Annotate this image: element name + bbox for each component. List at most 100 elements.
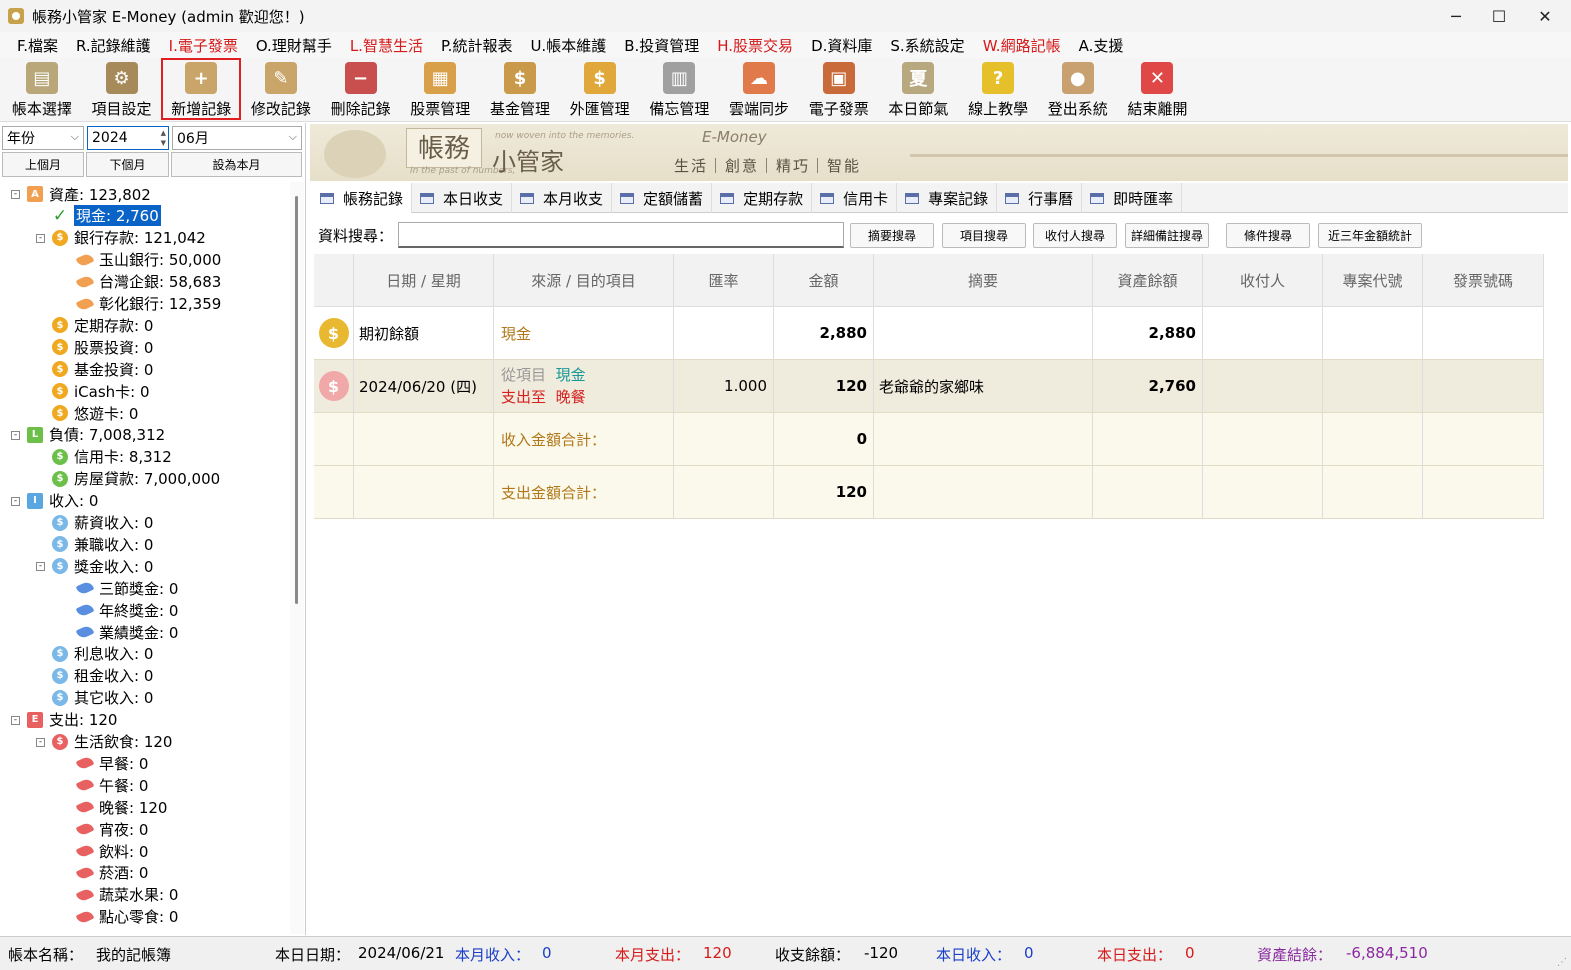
- tree-item[interactable]: 早餐: 0: [75, 752, 148, 774]
- toolbar-button[interactable]: − 刪除記錄: [321, 58, 401, 120]
- tree-item[interactable]: 點心零食: 0: [75, 906, 178, 928]
- tree-item[interactable]: $ 兼職收入: 0: [52, 533, 153, 555]
- tree-item[interactable]: 菸酒: 0: [75, 862, 148, 884]
- tree-expander-icon[interactable]: -: [11, 430, 20, 440]
- prev-month-button[interactable]: 上個月: [2, 152, 84, 177]
- tree-item[interactable]: 業績獎金: 0: [75, 621, 178, 643]
- tree-item[interactable]: $ 獎金收入: 0: [52, 555, 153, 577]
- tab-item[interactable]: 定額儲蓄: [612, 183, 713, 213]
- toolbar-button[interactable]: $ 基金管理: [480, 58, 560, 120]
- menu-item[interactable]: A.支援: [1070, 35, 1133, 56]
- tab-item[interactable]: 專案記錄: [897, 183, 998, 213]
- menu-item[interactable]: D.資料庫: [802, 35, 881, 56]
- close-button[interactable]: ✕: [1522, 0, 1568, 32]
- column-header[interactable]: 收付人: [1203, 254, 1323, 306]
- menu-item[interactable]: L.智慧生活: [341, 35, 432, 56]
- tree-expander-icon[interactable]: -: [11, 496, 20, 506]
- toolbar-button[interactable]: ▦ 股票管理: [400, 58, 480, 120]
- tab-item[interactable]: 本月收支: [512, 183, 613, 213]
- tree-expander-icon[interactable]: -: [11, 190, 20, 199]
- tab-item[interactable]: 本日收支: [412, 183, 513, 213]
- tree-scrollbar[interactable]: [290, 182, 304, 934]
- search-button[interactable]: 項目搜尋: [942, 223, 1026, 248]
- search-button[interactable]: 收付人搜尋: [1033, 223, 1117, 248]
- column-header[interactable]: 專案代號: [1323, 254, 1423, 306]
- toolbar-button[interactable]: ✎ 修改記錄: [241, 58, 321, 120]
- tree-item[interactable]: $ 定期存款: 0: [52, 314, 153, 336]
- menu-item[interactable]: W.網路記帳: [974, 35, 1070, 56]
- tree-expander-icon[interactable]: -: [36, 233, 45, 243]
- spin-arrows-icon[interactable]: ▲ ▼: [161, 128, 166, 148]
- search-input[interactable]: [398, 222, 844, 248]
- tree-item[interactable]: 年終獎金: 0: [75, 599, 178, 621]
- column-header[interactable]: 匯率: [674, 254, 774, 306]
- tree-item[interactable]: 飲料: 0: [75, 840, 148, 862]
- column-header[interactable]: 金額: [774, 254, 874, 306]
- tree-item[interactable]: $ 租金收入: 0: [52, 665, 153, 687]
- tree-item[interactable]: $ 銀行存款: 121,042: [52, 227, 206, 249]
- column-header[interactable]: 資產餘額: [1093, 254, 1203, 306]
- tree-item[interactable]: 宵夜: 0: [75, 818, 148, 840]
- tree-item[interactable]: $ 股票投資: 0: [52, 336, 153, 358]
- tree-item[interactable]: $ 房屋貸款: 7,000,000: [52, 468, 220, 490]
- tab-item[interactable]: 帳務記錄: [312, 183, 413, 213]
- toolbar-button[interactable]: ▥ 備忘管理: [640, 58, 720, 120]
- column-header[interactable]: [314, 254, 354, 306]
- toolbar-button[interactable]: ⚙ 項目設定: [82, 58, 162, 120]
- toolbar-button[interactable]: ? 線上教學: [958, 58, 1038, 120]
- search-button[interactable]: 近三年金額統計: [1318, 223, 1422, 248]
- account-tree[interactable]: - A 資產: 123,802 ✓ 現金: 2,760- $ 銀行存款: 121,042 玉山…: [0, 182, 290, 934]
- toolbar-button[interactable]: $ 外匯管理: [560, 58, 640, 120]
- resize-grip-icon[interactable]: ⋰: [1557, 957, 1567, 968]
- tree-expander-icon[interactable]: -: [11, 715, 20, 725]
- toolbar-button[interactable]: ▤ 帳本選擇: [2, 58, 82, 120]
- tree-item[interactable]: 玉山銀行: 50,000: [75, 249, 221, 271]
- column-header[interactable]: 來源 / 目的項目: [494, 254, 674, 306]
- table-row-entry[interactable]: $ 2024/06/20 (四) 從項目 現金 支出至 晚餐 1.000 120…: [314, 360, 1544, 413]
- toolbar-button[interactable]: 夏本日節氣: [879, 58, 959, 120]
- toolbar-button[interactable]: + 新增記錄: [161, 58, 242, 120]
- tree-item[interactable]: L 負債: 7,008,312: [27, 424, 165, 446]
- maximize-button[interactable]: ☐: [1476, 0, 1522, 32]
- year-spinner[interactable]: 2024 ▲ ▼: [87, 126, 169, 150]
- tab-item[interactable]: 即時匯率: [1082, 183, 1183, 213]
- toolbar-button[interactable]: ✕ 結束離開: [1118, 58, 1198, 120]
- scroll-thumb[interactable]: [295, 196, 298, 604]
- menu-item[interactable]: U.帳本維護: [521, 35, 615, 56]
- tree-item[interactable]: 彰化銀行: 12,359: [75, 293, 221, 315]
- toolbar-button[interactable]: ▣ 電子發票: [799, 58, 879, 120]
- tree-item[interactable]: $ 其它收入: 0: [52, 687, 153, 709]
- tree-item[interactable]: $ 利息收入: 0: [52, 643, 153, 665]
- menu-item[interactable]: H.股票交易: [708, 35, 802, 56]
- set-current-month-button[interactable]: 設為本月: [171, 152, 302, 177]
- tree-item[interactable]: $ 薪資收入: 0: [52, 512, 153, 534]
- menu-item[interactable]: R.記錄維護: [67, 35, 160, 56]
- tree-item[interactable]: $ iCash卡: 0: [52, 380, 150, 402]
- tree-item[interactable]: 蔬菜水果: 0: [75, 884, 178, 906]
- tab-item[interactable]: 定期存款: [712, 183, 813, 213]
- column-header[interactable]: 日期 / 星期: [354, 254, 494, 306]
- tree-item[interactable]: 台灣企銀: 58,683: [75, 271, 221, 293]
- tree-item[interactable]: I 收入: 0: [27, 490, 98, 512]
- tree-item[interactable]: 午餐: 0: [75, 774, 148, 796]
- tree-item[interactable]: $ 悠遊卡: 0: [52, 402, 138, 424]
- search-button[interactable]: 條件搜尋: [1226, 223, 1310, 248]
- menu-item[interactable]: F.檔案: [8, 35, 67, 56]
- tree-item[interactable]: A 資產: 123,802: [27, 183, 151, 205]
- tree-item[interactable]: ✓ 現金: 2,760: [52, 205, 161, 227]
- table-row-opening[interactable]: $ 期初餘額 現金 2,880 2,880: [314, 307, 1544, 360]
- period-mode-select[interactable]: 年份 ⌵: [2, 126, 84, 150]
- tab-item[interactable]: 信用卡: [812, 183, 898, 213]
- column-header[interactable]: 摘要: [874, 254, 1093, 306]
- minimize-button[interactable]: ─: [1433, 0, 1479, 32]
- tree-item[interactable]: $ 信用卡: 8,312: [52, 446, 172, 468]
- menu-item[interactable]: B.投資管理: [615, 35, 708, 56]
- tab-item[interactable]: 行事曆: [997, 183, 1083, 213]
- search-button[interactable]: 摘要搜尋: [850, 223, 934, 248]
- column-header[interactable]: 發票號碼: [1423, 254, 1544, 306]
- toolbar-button[interactable]: ☁ 雲端同步: [719, 58, 799, 120]
- month-select[interactable]: 06月 ⌵: [172, 126, 302, 150]
- tree-expander-icon[interactable]: -: [36, 562, 45, 572]
- tree-item[interactable]: 三節獎金: 0: [75, 577, 178, 599]
- tree-expander-icon[interactable]: -: [36, 737, 45, 747]
